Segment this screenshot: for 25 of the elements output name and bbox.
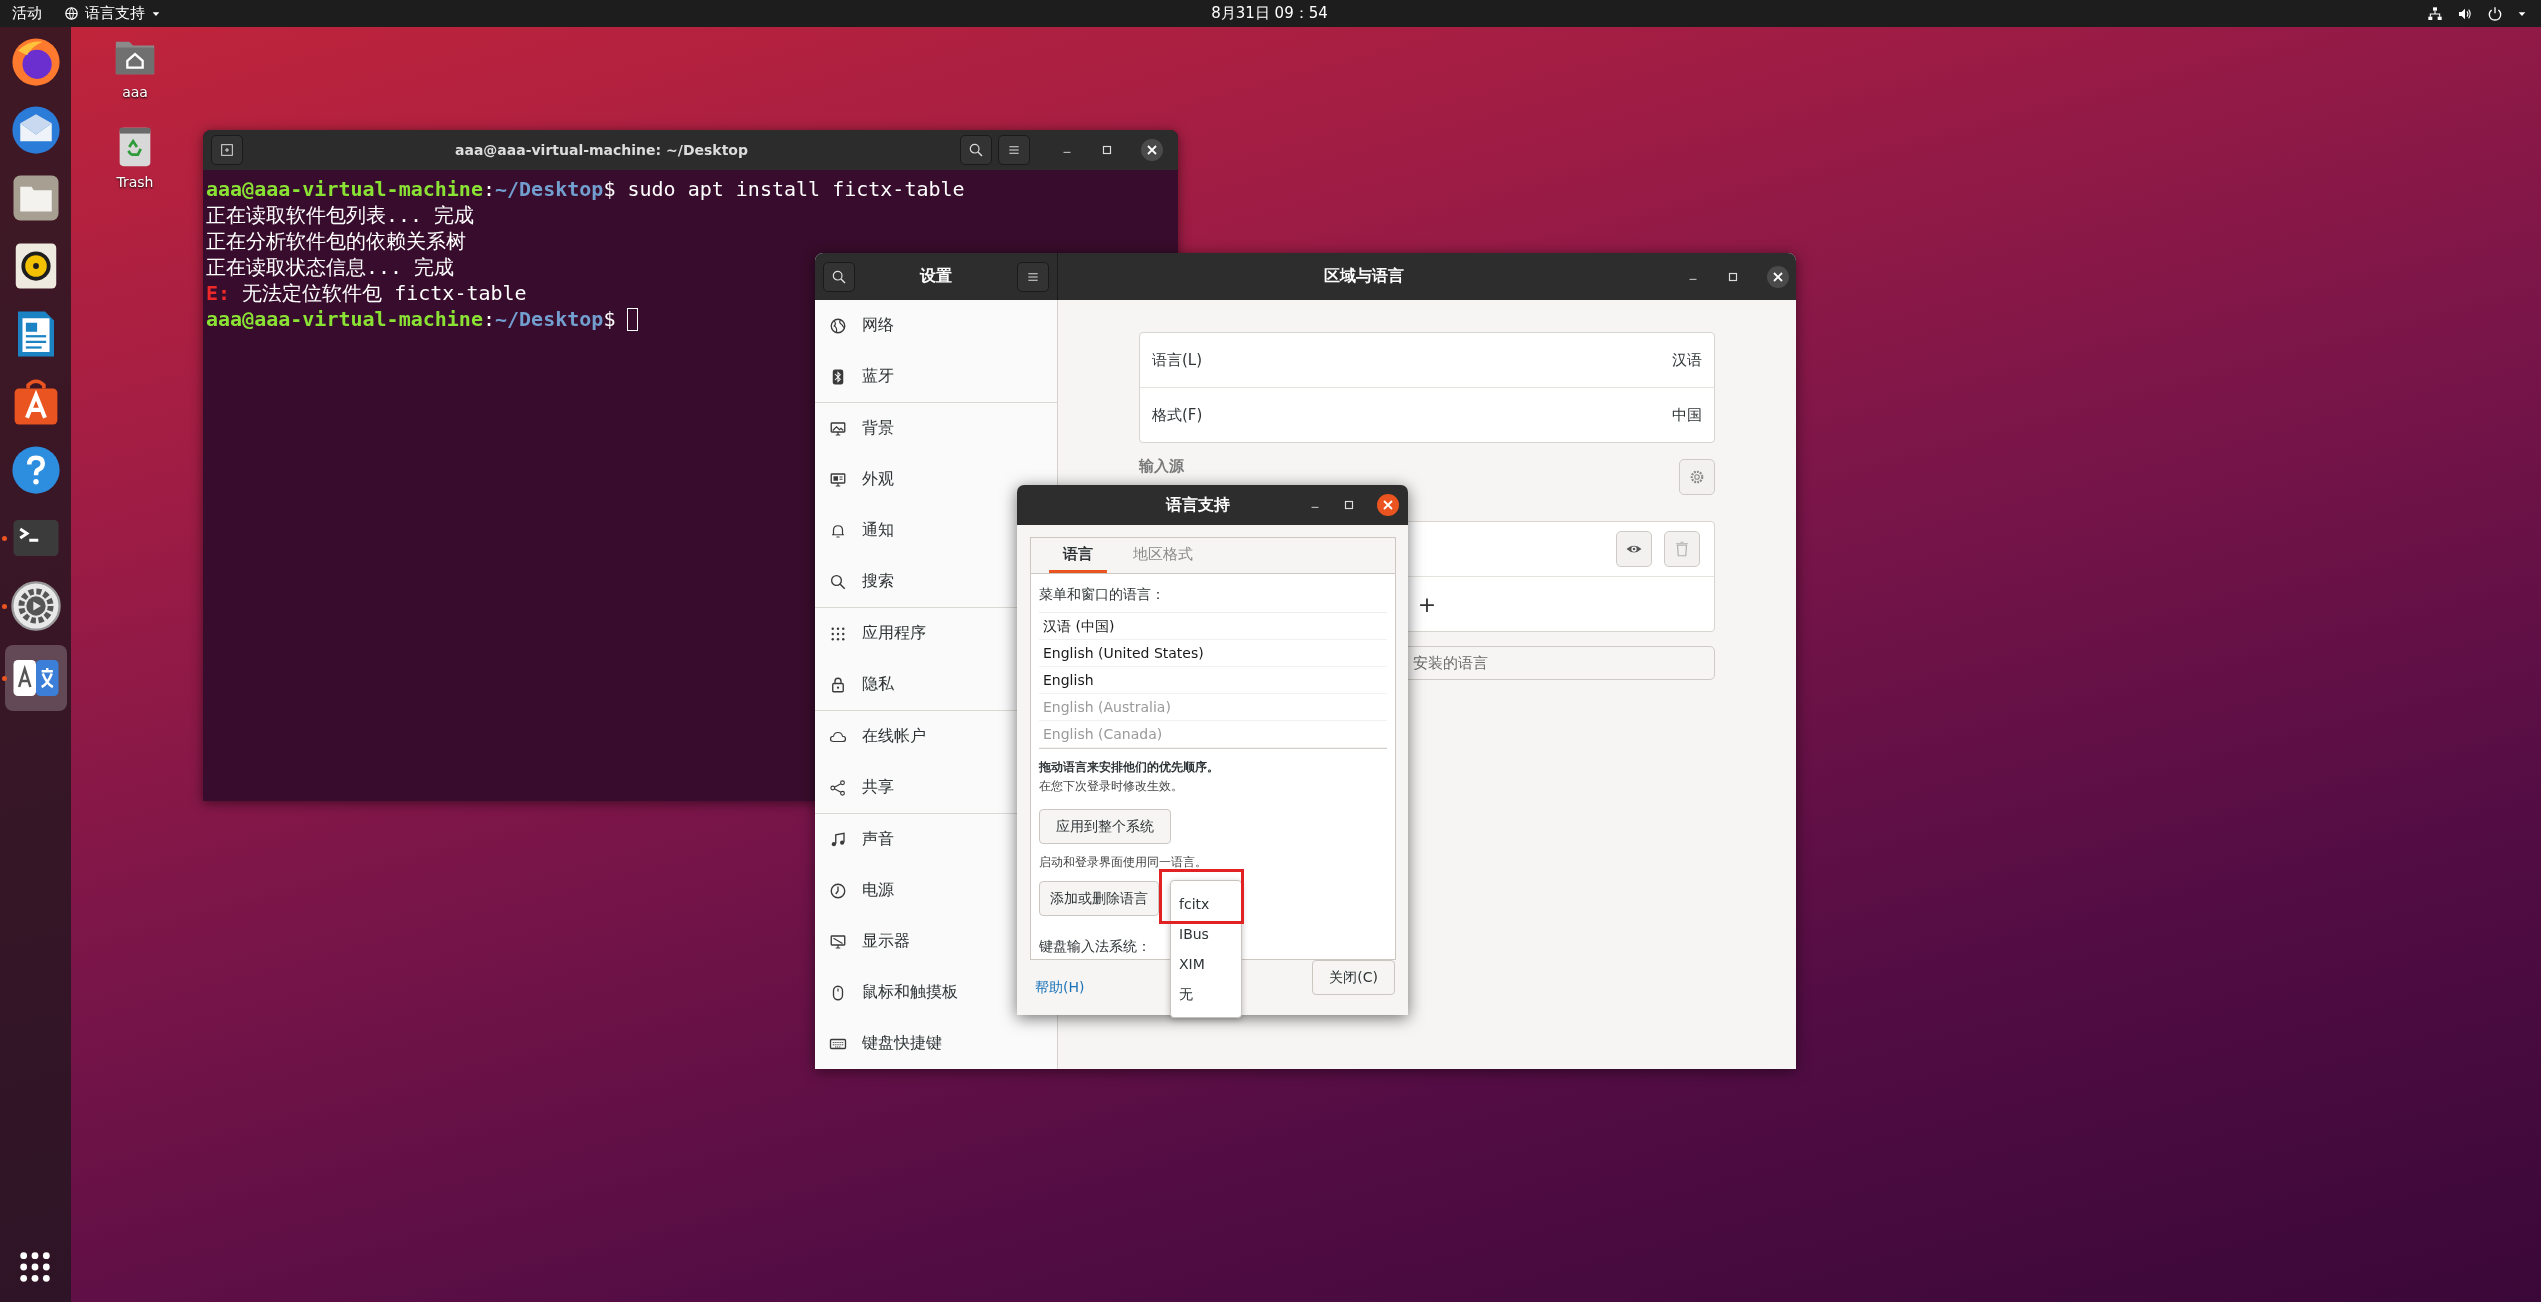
prompt-path: ~/Desktop: [495, 176, 604, 202]
window-title: aaa@aaa-virtual-machine: ~/Desktop: [454, 142, 749, 158]
terminal-text: $: [603, 306, 616, 332]
setting-value: 汉语: [1672, 350, 1702, 370]
terminal-text: :: [482, 306, 495, 332]
list-label: 菜单和窗口的语言：: [1039, 586, 1166, 604]
note-text: 启动和登录界面使用同一语言。: [1039, 854, 1208, 871]
hint-text: 在您下次登录时修改生效。: [1039, 778, 1184, 795]
setting-value: 中国: [1672, 405, 1702, 425]
prompt-user: aaa@aaa-virtual-machine: [206, 306, 483, 332]
terminal-text: 正在读取软件包列表... 完成: [206, 202, 475, 228]
section-heading: 输入源: [1139, 457, 1184, 476]
prompt-user: aaa@aaa-virtual-machine: [206, 176, 483, 202]
prompt-path: ~/Desktop: [495, 306, 604, 332]
page-title: 区域与语言: [1323, 266, 1405, 287]
terminal-text: :: [482, 176, 495, 202]
terminal-text: $ sudo apt install fictx-table: [603, 176, 965, 202]
terminal-text: 正在分析软件包的依赖关系树: [206, 228, 466, 254]
dialog-title: 语言支持: [1164, 494, 1231, 516]
terminal-text: 正在读取状态信息... 完成: [206, 254, 455, 280]
terminal-text: 无法定位软件包 fictx-table: [241, 280, 527, 306]
hint-text: 拖动语言来安排他们的优先顺序。: [1039, 759, 1220, 776]
error-label: E:: [206, 280, 231, 306]
input-method-label: 键盘输入法系统：: [1039, 938, 1152, 956]
sidebar-title: 设置: [918, 266, 953, 287]
